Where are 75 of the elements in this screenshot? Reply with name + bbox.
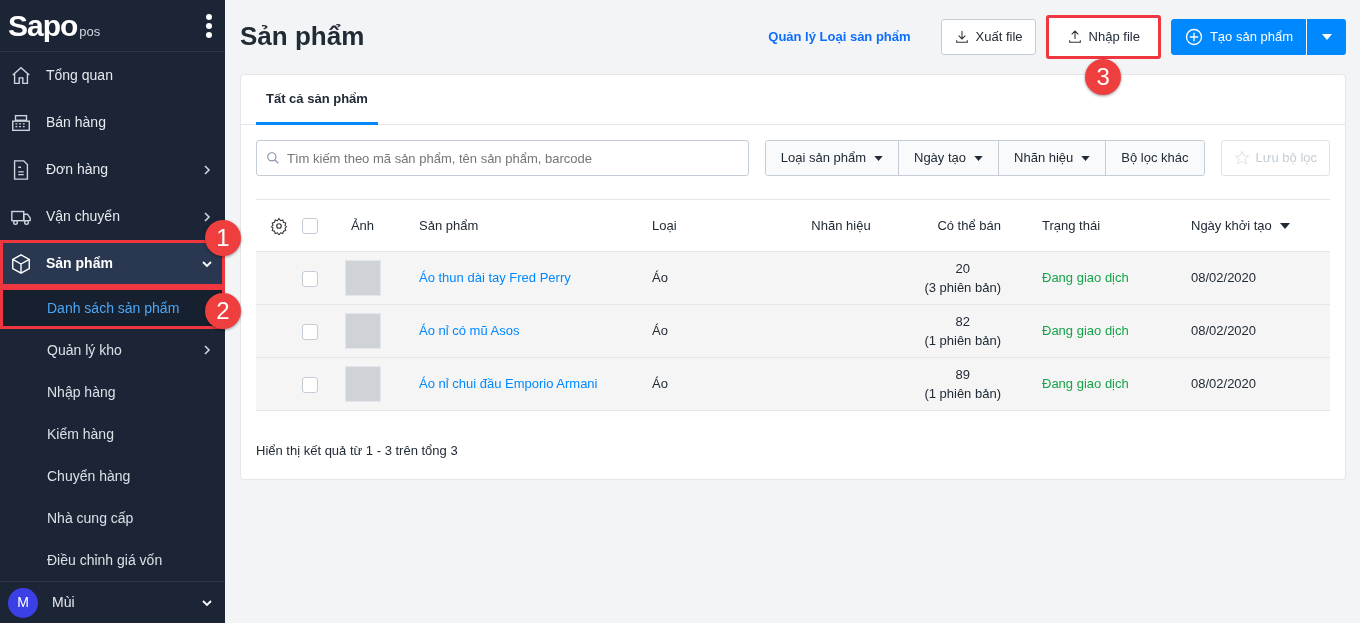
caret-icon	[974, 155, 984, 161]
chevron-icon	[201, 210, 213, 223]
variant-count: (3 phiên bản)	[924, 279, 1001, 297]
filter-button[interactable]: Nhãn hiệu	[999, 141, 1107, 175]
date-cell: 08/02/2020	[1191, 270, 1257, 286]
table-cell: Áo	[652, 270, 668, 286]
status-text: Đang giao dịch	[1042, 323, 1129, 339]
sidebar-subitem[interactable]: Quản lý kho	[0, 329, 225, 372]
checkbox[interactable]	[302, 323, 318, 340]
annotation-marker: 2	[205, 293, 241, 330]
chevron-icon	[201, 344, 213, 357]
table-cell: Áo	[652, 323, 668, 339]
create-button[interactable]: Tạo sản phẩm	[1170, 19, 1306, 55]
tab[interactable]: Tất cả sản phẩm	[256, 75, 378, 125]
photo-placeholder	[344, 366, 381, 402]
filter-button[interactable]: Ngày tạo	[899, 141, 1000, 175]
checkbox[interactable]	[302, 270, 318, 287]
filter-button[interactable]: Bộ lọc khác	[1106, 141, 1204, 175]
page-title: Sản phẩm	[240, 21, 365, 53]
logo-suffix: pos	[79, 24, 101, 40]
search-icon	[266, 151, 280, 165]
column-header: Loại	[652, 217, 677, 233]
table-cell: Áo	[652, 376, 668, 392]
file-button[interactable]: Nhập file	[1045, 15, 1161, 59]
sidebar-subitem[interactable]: Kiểm hàng	[0, 413, 225, 456]
more-icon[interactable]	[205, 12, 213, 39]
sidebar-subitem[interactable]: Nhập hàng	[0, 371, 225, 414]
logo: Sapo	[8, 9, 78, 43]
settings-icon[interactable]	[269, 217, 288, 236]
status-text: Đang giao dịch	[1042, 376, 1129, 392]
caret-icon	[1081, 155, 1091, 161]
checkbox[interactable]	[302, 218, 318, 235]
box-icon	[10, 252, 32, 275]
sidebar-subitem[interactable]: Nhà cung cấp	[0, 497, 225, 540]
column-header: Sản phẩm	[419, 217, 479, 233]
checkbox[interactable]	[302, 376, 318, 393]
photo-placeholder	[344, 313, 381, 349]
sort-icon[interactable]	[1279, 223, 1290, 230]
link[interactable]: Quản lý Loại sản phẩm	[768, 27, 911, 47]
home-icon	[10, 64, 32, 87]
avatar: M	[8, 587, 38, 618]
annotation-marker: 1	[205, 220, 241, 257]
date-cell: 08/02/2020	[1191, 376, 1257, 392]
caret-icon	[1321, 34, 1332, 40]
sidebar-subitem[interactable]: Điều chỉnh giá vốn	[0, 539, 225, 582]
column-header: Nhãn hiệu	[811, 217, 871, 233]
download-icon	[953, 29, 970, 45]
status-text: Đang giao dịch	[1042, 270, 1129, 286]
user-menu[interactable]: M Mùi	[0, 581, 225, 623]
sidebar-item[interactable]: Bán hàng	[0, 99, 225, 147]
chevron-icon	[201, 163, 213, 176]
file-button[interactable]: Xuất file	[940, 19, 1036, 55]
filter-button[interactable]: Loại sản phẩm	[765, 141, 899, 175]
column-header: Có thể bán	[937, 217, 1001, 233]
sidebar-subitem[interactable]: Chuyển hàng	[0, 455, 225, 498]
star-icon	[1233, 150, 1250, 166]
plus-icon	[1183, 27, 1204, 47]
column-header: Ngày khởi tạo	[1191, 217, 1272, 233]
variant-count: (1 phiên bản)	[924, 385, 1001, 403]
stock-count: 82	[955, 312, 970, 331]
variant-count: (1 phiên bản)	[924, 332, 1001, 350]
annotation-marker: 3	[1085, 59, 1122, 95]
sidebar-item[interactable]: Đơn hàng	[0, 146, 225, 194]
column-header: Ảnh	[350, 217, 375, 233]
caret-icon	[874, 155, 883, 161]
photo-placeholder	[344, 260, 381, 296]
upload-icon	[1066, 29, 1083, 45]
date-cell: 08/02/2020	[1191, 323, 1257, 339]
search-field[interactable]: Tìm kiếm theo mã sản phẩm, tên sản phẩm, barcode	[256, 140, 749, 176]
stock-count: 89	[955, 365, 970, 384]
column-header: Trạng thái	[1042, 217, 1101, 233]
result-summary: Hiển thị kết quả từ 1 - 3 trên tổng 3	[255, 442, 459, 460]
dropdown-button[interactable]	[1306, 19, 1346, 55]
sidebar-item[interactable]: Tổng quan	[0, 52, 225, 100]
stock-count: 20	[955, 259, 970, 278]
